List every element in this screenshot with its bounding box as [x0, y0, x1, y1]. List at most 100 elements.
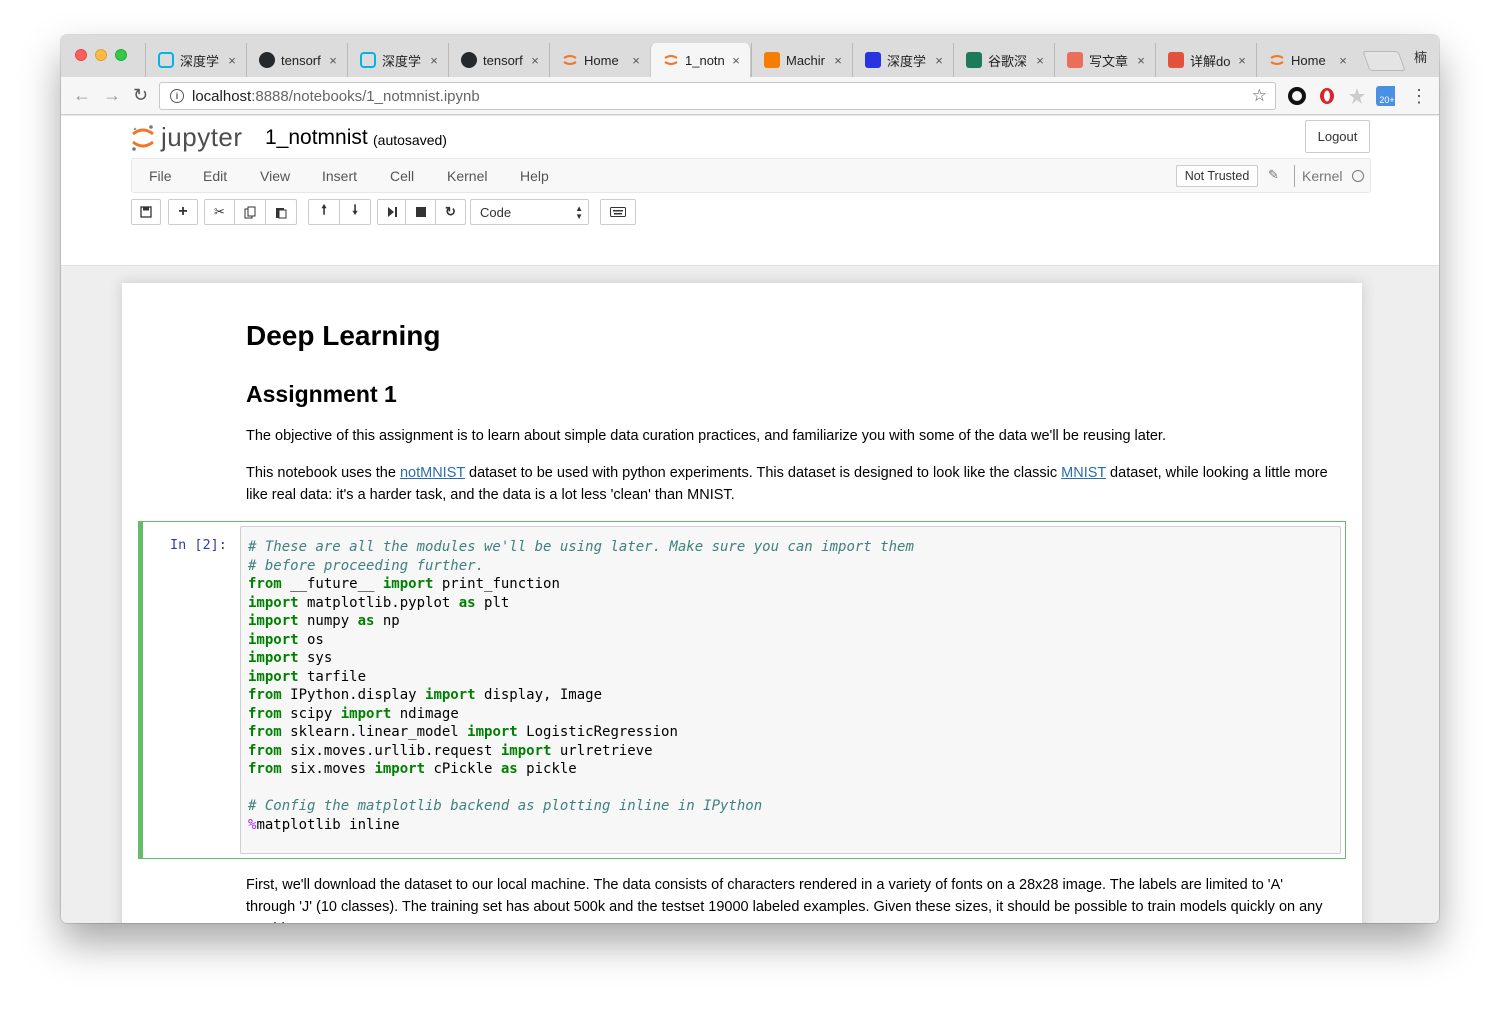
copy-icon[interactable] [234, 199, 266, 225]
menu-edit[interactable]: Edit [203, 168, 227, 184]
browser-tab[interactable]: 谷歌深 × [953, 43, 1054, 77]
new-tab-button[interactable] [1362, 51, 1406, 71]
tab-close-icon[interactable]: × [226, 53, 238, 68]
tab-title: 详解do [1190, 53, 1231, 69]
zoom-window-button[interactable] [115, 49, 127, 61]
code-cell[interactable]: In [2]: # These are all the modules we'l… [138, 521, 1346, 859]
tab-close-icon[interactable]: × [1135, 53, 1147, 68]
restart-kernel-icon[interactable]: ↻ [435, 199, 466, 225]
interrupt-stop-icon[interactable] [405, 199, 436, 225]
browser-tab[interactable]: 深度学 × [347, 43, 448, 77]
code-line: import os [248, 631, 324, 648]
tab-close-icon[interactable]: × [529, 53, 541, 68]
udacity-icon [158, 52, 174, 68]
svg-text:20+: 20+ [1379, 95, 1394, 105]
tab-close-icon[interactable]: × [933, 53, 945, 68]
run-cell-icon[interactable] [377, 199, 406, 225]
browser-tab[interactable]: 1_notn × [650, 43, 751, 77]
code-line: %matplotlib inline [248, 816, 400, 833]
kernel-label: Kernel [1302, 168, 1343, 184]
menu-help[interactable]: Help [520, 168, 549, 184]
mnist-link[interactable]: MNIST [1061, 465, 1106, 481]
browser-tab[interactable]: Machir × [751, 43, 852, 77]
browser-tab[interactable]: Home × [1256, 43, 1357, 77]
menu-bar: File Edit View Insert Cell Kernel Help N… [131, 158, 1371, 193]
jupyter-logo[interactable]: jupyter [131, 122, 243, 153]
dataset-text-a: This notebook uses the [246, 465, 400, 481]
browser-tab[interactable]: 深度学 × [852, 43, 953, 77]
logout-button[interactable]: Logout [1305, 120, 1370, 153]
reload-icon[interactable]: ↻ [133, 85, 148, 106]
browser-tab[interactable]: Home × [549, 43, 650, 77]
minimize-window-button[interactable] [95, 49, 107, 61]
url-host: localhost [192, 87, 252, 105]
browser-tab[interactable]: 深度学 × [145, 43, 246, 77]
menu-cell[interactable]: Cell [390, 168, 414, 184]
bookmark-star-icon[interactable]: ☆ [1252, 86, 1267, 106]
browser-toolbar: ← → ↻ i localhost:8888/notebooks/1_notmn… [61, 77, 1439, 115]
browser-tab[interactable]: tensorf × [448, 43, 549, 77]
jupyter-logo-text: jupyter [161, 122, 243, 152]
jupyter-icon [663, 52, 679, 68]
menu-file[interactable]: File [149, 168, 172, 184]
move-up-arrow-icon[interactable]: 🠕 [308, 199, 340, 225]
profile-name[interactable]: 楠 [1414, 47, 1427, 66]
tab-title: Home [584, 52, 619, 68]
tab-title: 谷歌深 [988, 53, 1028, 69]
browser-tab[interactable]: 详解do × [1155, 43, 1256, 77]
tab-close-icon[interactable]: × [832, 53, 844, 68]
menu-view[interactable]: View [260, 168, 290, 184]
tab-close-icon[interactable]: × [1236, 53, 1248, 68]
dataset-paragraph: This notebook uses the notMNIST dataset … [246, 462, 1336, 506]
github-icon [259, 52, 275, 68]
tab-close-icon[interactable]: × [1034, 53, 1046, 68]
star-extension-icon[interactable] [1347, 86, 1367, 106]
tab-close-icon[interactable]: × [327, 53, 339, 68]
intro-paragraph: The objective of this assignment is to l… [246, 428, 1166, 444]
move-down-arrow-icon[interactable]: 🠗 [339, 199, 371, 225]
cell-prompt: In [2]: [170, 537, 227, 553]
cell-type-select[interactable]: Code ▲ ▼ [470, 199, 589, 225]
code-line: from six.moves.urllib.request import url… [248, 742, 653, 759]
tab-close-icon[interactable]: × [630, 53, 642, 68]
address-bar[interactable]: i localhost:8888/notebooks/1_notmnist.ip… [159, 82, 1276, 110]
tab-title: 深度学 [382, 53, 422, 69]
opera-extension-icon[interactable] [1317, 86, 1337, 106]
tab-close-icon[interactable]: × [730, 53, 742, 68]
tab-close-icon[interactable]: × [1337, 53, 1349, 68]
tab-title: 深度学 [180, 53, 220, 69]
tab-close-icon[interactable]: × [428, 53, 440, 68]
browser-window: 深度学 × tensorf × 深度学 × tensorf × Home × 1_notn × Mach… [61, 35, 1439, 923]
udacity-icon [360, 52, 376, 68]
paste-icon[interactable] [265, 199, 297, 225]
notmnist-link[interactable]: notMNIST [400, 465, 465, 481]
browser-menu-icon[interactable]: ⋮ [1409, 86, 1429, 106]
browser-tab[interactable]: 写文章 × [1054, 43, 1155, 77]
close-window-button[interactable] [75, 49, 87, 61]
back-arrow-icon[interactable]: ← [73, 85, 91, 106]
cell-type-value: Code [480, 204, 512, 220]
browser-tab[interactable]: tensorf × [246, 43, 347, 77]
code-line: from IPython.display import display, Ima… [248, 687, 603, 703]
cut-scissors-icon[interactable]: ✂ [204, 199, 235, 225]
kernel-idle-indicator-icon [1352, 170, 1364, 182]
counter-extension-icon[interactable]: 20+ [1375, 86, 1395, 106]
menu-insert[interactable]: Insert [322, 168, 357, 184]
forward-arrow-icon[interactable]: → [103, 85, 121, 106]
edit-pencil-icon[interactable]: ✎ [1268, 167, 1279, 183]
kernel-divider [1294, 165, 1295, 187]
save-icon[interactable] [131, 199, 161, 225]
jupyter-icon [1269, 52, 1285, 68]
tab-title: Home [1291, 52, 1326, 68]
not-trusted-button[interactable]: Not Trusted [1176, 165, 1258, 187]
info-icon[interactable]: i [170, 89, 184, 103]
menu-kernel[interactable]: Kernel [447, 168, 487, 184]
code-line: from scipy import ndimage [248, 705, 459, 722]
code-line: # Config the matplotlib backend as plott… [248, 798, 763, 814]
keyboard-shortcuts-icon[interactable] [600, 199, 636, 225]
extension-circle-icon[interactable] [1287, 86, 1307, 106]
notebook-name[interactable]: 1_notmnist [265, 126, 368, 150]
insert-cell-plus-icon[interactable]: + [168, 199, 198, 225]
code-line: from __future__ import print_function [248, 576, 560, 592]
code-input-area[interactable]: # These are all the modules we'll be usi… [240, 526, 1341, 854]
